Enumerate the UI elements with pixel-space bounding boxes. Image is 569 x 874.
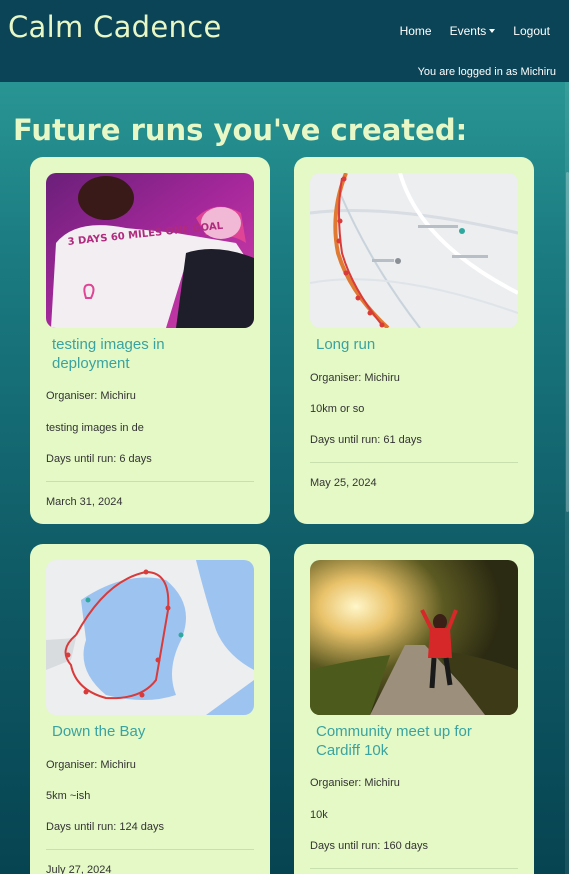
run-card-organiser: Organiser: Michiru (46, 759, 136, 771)
run-card-organiser: Organiser: Michiru (310, 777, 400, 789)
run-card-description: 10k (310, 809, 328, 821)
scrollbar[interactable] (565, 82, 569, 874)
page-title: Future runs you've created: (13, 113, 468, 147)
run-card-title[interactable]: Down the Bay (52, 722, 242, 741)
run-card-description: 5km ~ish (46, 790, 91, 802)
chevron-down-icon (489, 29, 496, 33)
run-card-days-until: Days until run: 61 days (310, 434, 422, 446)
run-card-image[interactable] (310, 560, 518, 715)
nav-events-label: Events (449, 24, 487, 38)
run-card[interactable]: Long run Organiser: Michiru 10km or so D… (294, 157, 534, 524)
run-card-days-until: Days until run: 124 days (46, 821, 165, 833)
brand-title[interactable]: Calm Cadence (8, 10, 222, 44)
run-card-days-until: Days until run: 160 days (310, 840, 429, 852)
runner-sunlit-road-photo (310, 560, 518, 715)
run-card-image[interactable] (310, 173, 518, 328)
run-card-image[interactable] (46, 560, 254, 715)
run-card-organiser: Organiser: Michiru (46, 390, 136, 402)
divider (310, 868, 518, 869)
run-card-organiser: Organiser: Michiru (310, 372, 400, 384)
run-card-date: July 27, 2024 (46, 864, 112, 874)
nav-logout-link[interactable]: Logout (513, 24, 550, 38)
nav-home-link[interactable]: Home (400, 24, 432, 38)
nav-links: Home Events Logout (400, 24, 550, 38)
run-card-days-until: Days until run: 6 days (46, 453, 152, 465)
nav-events-dropdown[interactable]: Events (450, 24, 496, 38)
run-card-date: May 25, 2024 (310, 477, 377, 489)
divider (46, 849, 254, 850)
bay-route-map (46, 560, 254, 715)
run-card-title[interactable]: Community meet up for Cardiff 10k (316, 722, 506, 760)
logged-in-status: You are logged in as Michiru (417, 66, 556, 78)
runners-pink-shirts-photo: 3 DAYS 60 MILES ONE GOAL (46, 173, 254, 328)
run-card-image[interactable]: 3 DAYS 60 MILES ONE GOAL (46, 173, 254, 328)
run-card-date: March 31, 2024 (46, 496, 123, 508)
run-card[interactable]: Community meet up for Cardiff 10k Organi… (294, 544, 534, 874)
run-card-title[interactable]: testing images in deployment (52, 335, 242, 373)
run-card-description: 10km or so (310, 403, 365, 415)
run-card[interactable]: 3 DAYS 60 MILES ONE GOAL testing images … (30, 157, 270, 524)
run-card-title[interactable]: Long run (316, 335, 506, 354)
route-map (310, 173, 518, 328)
run-card-description: testing images in de (46, 422, 144, 434)
divider (46, 481, 254, 482)
navbar: Calm Cadence Home Events Logout You are … (0, 0, 569, 82)
run-card[interactable]: Down the Bay Organiser: Michiru 5km ~ish… (30, 544, 270, 874)
divider (310, 462, 518, 463)
